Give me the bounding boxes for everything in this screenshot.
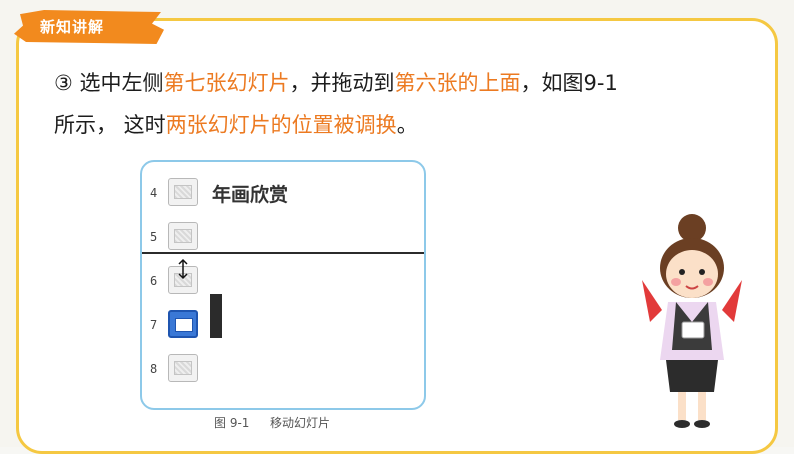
slide-thumbnail[interactable] — [168, 354, 198, 382]
slide-row-7[interactable]: 7 — [142, 308, 424, 342]
slide-row-8[interactable]: 8 — [142, 352, 424, 386]
instruction-seg-4: 所示， 这时 — [54, 113, 166, 137]
insert-marker — [210, 294, 222, 338]
slide-title: 年画欣赏 — [212, 184, 289, 206]
slide-number: 6 — [150, 274, 158, 288]
figure-caption-text: 移动幻灯片 — [270, 416, 331, 430]
slide-thumbnail-selected[interactable] — [168, 310, 198, 338]
drop-position-line — [142, 252, 424, 254]
slide-number: 7 — [150, 318, 158, 332]
teacher-illustration-icon — [642, 214, 742, 428]
slide-row-5[interactable]: 5 — [142, 220, 424, 254]
instruction-seg-1: 选中左侧 — [72, 71, 164, 95]
instruction-seg-5: 。 — [396, 113, 418, 137]
highlight-swapped: 两张幻灯片的位置被调换 — [165, 113, 397, 137]
slide-number: 8 — [150, 362, 158, 376]
slide-number: 5 — [150, 230, 158, 244]
drag-cursor-icon — [178, 258, 188, 280]
step-marker: ③ — [54, 71, 73, 95]
instruction-seg-3: ，如图9-1 — [520, 71, 618, 95]
slide-thumbnail[interactable] — [168, 222, 198, 250]
instruction-text: ③ 选中左侧第七张幻灯片，并拖动到第六张的上面，如图9-1 所示， 这时两张幻灯… — [54, 62, 704, 146]
section-badge-label: 新知讲解 — [40, 18, 105, 36]
highlight-seventh-slide: 第七张幻灯片 — [163, 71, 290, 95]
figure-number: 图 9-1 — [214, 416, 250, 430]
slide-thumbnail[interactable] — [168, 178, 198, 206]
highlight-above-sixth: 第六张的上面 — [394, 71, 521, 95]
slide-list-screenshot: 4 年画欣赏 5 6 7 8 — [140, 160, 426, 410]
slide-number: 4 — [150, 186, 158, 200]
instruction-seg-2: ，并拖动到 — [289, 71, 395, 95]
slide-row-4[interactable]: 4 年画欣赏 — [142, 176, 424, 210]
